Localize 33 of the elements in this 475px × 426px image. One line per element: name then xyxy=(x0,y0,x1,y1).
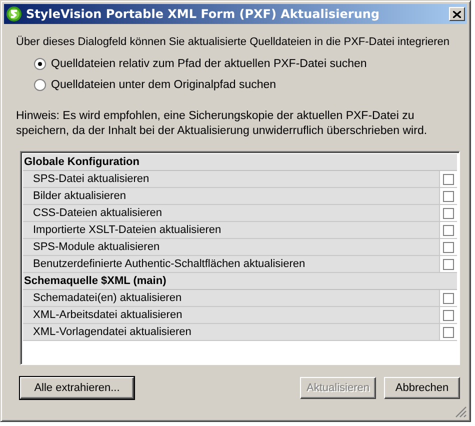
option-label: XML-Arbeitsdatei aktualisieren xyxy=(23,307,440,323)
checkbox[interactable] xyxy=(443,224,454,236)
option-label: CSS-Dateien aktualisieren xyxy=(23,205,440,221)
checkbox[interactable] xyxy=(443,174,454,184)
radio-label[interactable]: Quelldateien relativ zum Pfad der aktuellen PXF-Datei suchen xyxy=(51,58,367,70)
checkbox[interactable] xyxy=(443,258,454,270)
dialog-button[interactable]: Abbrechen xyxy=(384,377,460,399)
option-label: Bilder aktualisieren xyxy=(23,188,440,204)
option-label: SPS-Module aktualisieren xyxy=(23,239,440,255)
radio-label[interactable]: Quelldateien unter dem Originalpfad suchen xyxy=(51,79,276,91)
dialog-button[interactable]: Alle extrahieren... xyxy=(20,377,134,399)
checkbox[interactable] xyxy=(443,310,454,320)
resize-grip-icon xyxy=(455,406,467,418)
close-button[interactable] xyxy=(449,7,465,21)
option-label: SPS-Datei aktualisieren xyxy=(23,171,440,187)
hint-text: Hinweis: Es wird empfohlen, eine Sicherungskopie der aktuellen PXF-Datei zu speichern, da der Inhalt bei der Aktualisierung unwiderruflich überschrieben wird. xyxy=(16,109,428,139)
option-label: XML-Vorlagendatei aktualisieren xyxy=(23,324,440,340)
group-header: Globale Konfiguration xyxy=(23,154,457,171)
checkbox[interactable] xyxy=(443,242,454,252)
checkbox[interactable] xyxy=(443,292,454,304)
checkbox[interactable] xyxy=(443,208,454,218)
checkbox[interactable] xyxy=(443,326,454,338)
app-logo-icon xyxy=(6,6,22,22)
close-icon xyxy=(453,10,461,18)
checkbox[interactable] xyxy=(443,190,454,202)
group-header: Schemaquelle $XML (main) xyxy=(23,273,457,290)
radio-button[interactable] xyxy=(34,58,46,70)
option-label: Schemadatei(en) aktualisieren xyxy=(23,290,440,306)
radio-button[interactable] xyxy=(34,79,46,91)
intro-text: Über dieses Dialogfeld können Sie aktualisierte Quelldateien in die PXF-Datei integrieren xyxy=(16,36,450,48)
option-label: Importierte XSLT-Dateien aktualisieren xyxy=(23,222,440,238)
option-label: Benutzerdefinierte Authentic-Schaltflächen aktualisieren xyxy=(23,256,440,272)
window-title: StyleVision Portable XML Form (PXF) Aktualisierung xyxy=(26,7,380,21)
